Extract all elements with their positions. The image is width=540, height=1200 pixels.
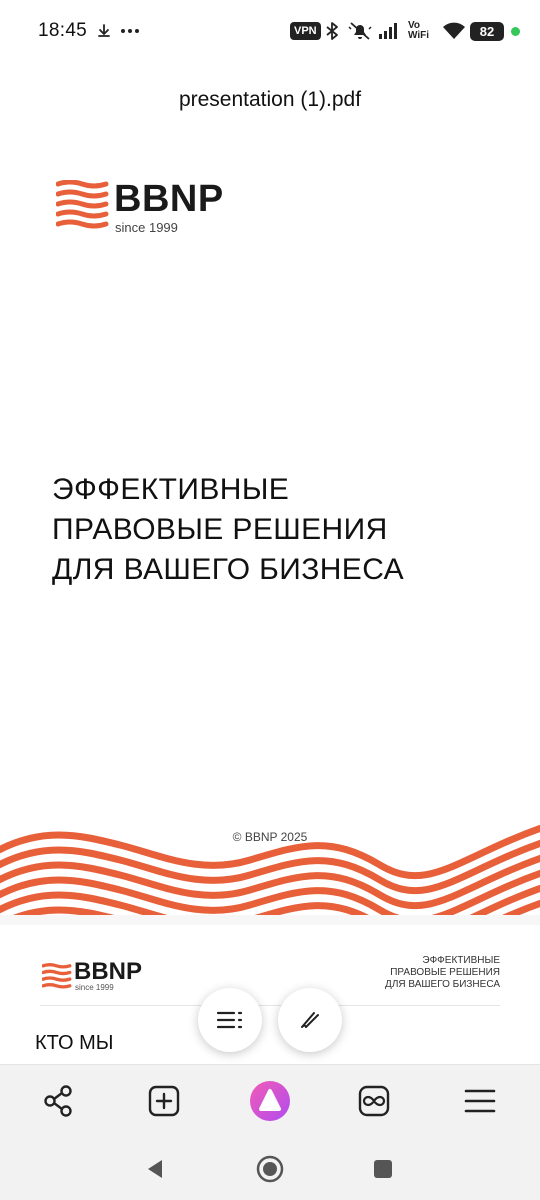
section-title: КТО МЫ bbox=[35, 1032, 114, 1054]
pdf-page-1[interactable]: BBNP since 1999 ЭФФЕКТИВНЫЕ ПРАВОВЫЕ РЕШ… bbox=[0, 130, 540, 915]
bluetooth-icon bbox=[324, 20, 340, 42]
new-tab-button[interactable] bbox=[142, 1079, 186, 1123]
table-of-contents-button[interactable] bbox=[198, 988, 262, 1052]
download-icon bbox=[96, 20, 112, 42]
hamburger-menu-icon bbox=[464, 1089, 496, 1113]
document-title: presentation (1).pdf bbox=[178, 88, 362, 111]
clock: 18:45 bbox=[38, 20, 88, 41]
headline-line-1: ЭФФЕКТИВНЫЕ bbox=[52, 473, 290, 506]
page2-divider bbox=[40, 1005, 500, 1006]
privacy-dot bbox=[511, 27, 520, 36]
more-dots-icon bbox=[120, 20, 140, 42]
vowifi-bottom: WiFi bbox=[408, 30, 430, 41]
tabs-button[interactable] bbox=[352, 1079, 396, 1123]
headline: ЭФФЕКТИВНЫЕ ПРАВОВЫЕ РЕШЕНИЯ ДЛЯ ВАШЕГО … bbox=[52, 470, 404, 590]
table-of-contents-icon bbox=[216, 1011, 243, 1029]
alice-assistant-icon bbox=[250, 1081, 290, 1121]
vpn-icon: VPN bbox=[290, 20, 321, 42]
browser-toolbar bbox=[0, 1064, 540, 1134]
bbnp-logo-icon bbox=[56, 180, 109, 229]
battery-level: 82 bbox=[470, 21, 504, 41]
menu-button[interactable] bbox=[458, 1079, 502, 1123]
assistant-button[interactable] bbox=[248, 1079, 292, 1123]
recents-square-icon bbox=[374, 1160, 392, 1178]
share-icon bbox=[44, 1085, 72, 1117]
headline-line-3: ДЛЯ ВАШЕГО БИЗНЕСА bbox=[52, 553, 405, 586]
home-button[interactable] bbox=[253, 1152, 287, 1186]
vpn-label: VPN bbox=[290, 22, 321, 40]
add-tab-icon bbox=[148, 1085, 180, 1117]
status-bar: 18:45 VPN Vo WiFi 82 bbox=[0, 0, 540, 64]
pdf-page-2[interactable]: BBNP since 1999 ЭФФЕКТИВНЫЕ ПРАВОВЫЕ РЕШ… bbox=[0, 925, 540, 1065]
pen-icon bbox=[301, 1012, 319, 1028]
bbnp-logo-small-icon bbox=[42, 963, 72, 989]
copyright: © BBNP 2025 bbox=[232, 830, 308, 844]
logo-small-since: since 1999 bbox=[75, 983, 114, 992]
logo-wordmark: BBNP bbox=[114, 178, 224, 220]
share-button[interactable] bbox=[36, 1079, 80, 1123]
page2-tagline: ЭФФЕКТИВНЫЕ ПРАВОВЫЕ РЕШЕНИЯ ДЛЯ ВАШЕГО … bbox=[385, 955, 500, 991]
back-button[interactable] bbox=[138, 1152, 172, 1186]
tagline-line-2: ПРАВОВЫЕ РЕШЕНИЯ bbox=[390, 967, 500, 978]
signal-icon bbox=[378, 20, 400, 42]
logo-small-wordmark: BBNP bbox=[74, 958, 143, 985]
tabs-infinity-icon bbox=[358, 1085, 390, 1117]
tagline-line-3: ДЛЯ ВАШЕГО БИЗНЕСА bbox=[385, 979, 500, 990]
tagline-line-1: ЭФФЕКТИВНЫЕ bbox=[422, 955, 500, 966]
vowifi-icon: Vo WiFi bbox=[408, 20, 429, 42]
pdf-page-2-area: BBNP since 1999 ЭФФЕКТИВНЫЕ ПРАВОВЫЕ РЕШ… bbox=[0, 915, 540, 1065]
headline-line-2: ПРАВОВЫЕ РЕШЕНИЯ bbox=[52, 513, 388, 546]
mute-bell-icon bbox=[348, 20, 372, 42]
system-navigation-bar bbox=[0, 1134, 540, 1200]
home-circle-icon bbox=[256, 1155, 284, 1183]
annotate-button[interactable] bbox=[278, 988, 342, 1052]
back-triangle-icon bbox=[148, 1160, 162, 1178]
recents-button[interactable] bbox=[366, 1152, 400, 1186]
battery-icon: 82 bbox=[470, 20, 504, 42]
wifi-icon bbox=[442, 20, 466, 42]
logo-since: since 1999 bbox=[115, 220, 178, 235]
